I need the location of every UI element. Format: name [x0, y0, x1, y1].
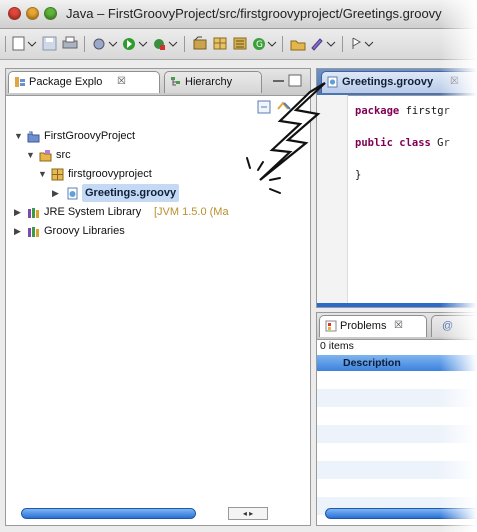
collapsed-arrow-icon[interactable]: ▶ — [14, 222, 24, 240]
tab-package-explorer[interactable]: Package Explo ☒ — [8, 71, 160, 93]
table-row — [317, 461, 477, 479]
horizontal-scrollbar-thumb[interactable] — [325, 508, 477, 519]
tree-item-project[interactable]: ▼ FirstGroovyProject — [14, 127, 274, 145]
expanded-arrow-icon[interactable]: ▼ — [14, 127, 24, 145]
tree-item-jre[interactable]: ▶ JRE System Library [JVM 1.5.0 (Ma — [14, 203, 304, 221]
groovy-file-icon — [327, 76, 338, 88]
problems-icon — [325, 320, 337, 332]
tree-item-package[interactable]: ▼ firstgroovyproject — [38, 165, 268, 183]
main-toolbar: G — [0, 29, 477, 60]
tab-greetings-groovy[interactable]: Greetings.groovy ☒ — [321, 71, 477, 93]
tree-item-groovy-libs[interactable]: ▶ Groovy Libraries — [14, 222, 274, 240]
package-explorer-tabbar: Package Explo ☒ Hierarchy — [6, 69, 310, 96]
editor-gutter — [317, 95, 348, 307]
tab-javadoc[interactable]: @ — [431, 315, 477, 337]
close-window-button[interactable] — [8, 7, 21, 20]
toolbar-separator — [184, 36, 185, 52]
new-package-icon[interactable] — [212, 36, 228, 51]
collapsed-arrow-icon[interactable]: ▶ — [14, 203, 24, 221]
search-icon[interactable] — [310, 36, 338, 51]
close-tab-icon[interactable]: ☒ — [117, 72, 126, 92]
title-bar: Java – FirstGroovyProject/src/firstgroov… — [0, 0, 477, 29]
library-icon — [28, 227, 39, 237]
window-title: Java – FirstGroovyProject/src/firstgroov… — [66, 6, 442, 21]
print-icon[interactable] — [62, 36, 78, 51]
hierarchy-icon — [171, 77, 180, 86]
tree-item-label: JRE System Library — [44, 206, 142, 218]
package-explorer-view: Package Explo ☒ Hierarchy ▼ FirstGroovyP… — [5, 68, 311, 526]
editor-tabbar: Greetings.groovy ☒ — [317, 69, 477, 96]
table-row — [317, 425, 477, 443]
editor-scrollbar[interactable] — [317, 303, 477, 307]
toolbar-separator — [5, 36, 6, 52]
close-tab-icon[interactable]: ☒ — [394, 316, 403, 336]
tree-item-greetings[interactable]: ▶ Greetings.groovy — [52, 184, 262, 202]
tree-item-decoration: [JVM 1.5.0 (Ma — [154, 206, 229, 218]
new-java-project-icon[interactable] — [192, 36, 208, 51]
items-count: 0 items — [320, 340, 354, 352]
eclipse-window: Java – FirstGroovyProject/src/firstgroov… — [0, 0, 477, 532]
problems-view: Problems ☒ @ 0 items Description — [316, 312, 477, 526]
link-with-editor-icon[interactable] — [277, 101, 291, 110]
view-toolbar — [257, 100, 291, 114]
source-folder-icon — [39, 150, 52, 162]
tree-item-label-selected: Greetings.groovy — [82, 184, 180, 202]
library-icon — [28, 208, 39, 218]
problems-tabbar: Problems ☒ @ — [317, 313, 477, 340]
description-column-header[interactable]: Description — [317, 355, 477, 371]
open-type-icon[interactable] — [290, 36, 306, 51]
debug-icon[interactable] — [92, 36, 120, 51]
groovy-file-icon — [67, 187, 78, 200]
editor-area: Greetings.groovy ☒ package firstgr publi… — [316, 68, 477, 308]
zoom-window-button[interactable] — [44, 7, 57, 20]
toolbar-separator — [342, 36, 343, 52]
external-tools-icon[interactable] — [152, 36, 180, 51]
new-groovy-icon[interactable]: G — [252, 36, 278, 51]
collapsed-arrow-icon[interactable]: ▶ — [52, 184, 62, 202]
tab-hierarchy[interactable]: Hierarchy — [164, 71, 262, 93]
tree-item-label: src — [56, 149, 71, 161]
tree-item-label: Groovy Libraries — [44, 225, 125, 237]
tab-javadoc-label: @ — [442, 320, 454, 332]
minimize-maximize-view-icon[interactable] — [272, 73, 304, 89]
toolbar-separator — [84, 36, 85, 52]
minimize-window-button[interactable] — [26, 7, 39, 20]
scroll-arrows[interactable]: ◂ ▸ — [228, 507, 268, 520]
tab-hierarchy-label: Hierarchy — [185, 76, 233, 88]
editor-tab-label: Greetings.groovy — [342, 76, 434, 88]
close-tab-icon[interactable]: ☒ — [450, 72, 459, 92]
run-icon[interactable] — [122, 36, 150, 51]
code-line[interactable]: } — [355, 169, 361, 181]
expanded-arrow-icon[interactable]: ▼ — [26, 146, 36, 164]
next-annotation-icon[interactable] — [350, 36, 376, 51]
code-line[interactable]: package firstgr — [355, 105, 450, 117]
code-line[interactable]: public class Gr — [355, 137, 450, 149]
tab-problems[interactable]: Problems ☒ — [319, 315, 427, 337]
horizontal-scrollbar-thumb[interactable] — [21, 508, 196, 519]
expanded-arrow-icon[interactable]: ▼ — [38, 165, 48, 183]
package-icon — [51, 168, 64, 181]
svg-text:G: G — [256, 40, 263, 50]
tree-item-label: firstgroovyproject — [68, 168, 152, 180]
save-icon[interactable] — [42, 36, 58, 51]
tree-item-src[interactable]: ▼ src — [26, 146, 266, 164]
tree-item-label: FirstGroovyProject — [44, 130, 136, 142]
table-row — [317, 389, 477, 407]
new-file-icon[interactable] — [12, 36, 40, 51]
collapse-all-icon[interactable] — [257, 100, 271, 114]
new-class-icon[interactable] — [232, 36, 248, 51]
tab-package-explorer-label: Package Explo — [29, 76, 103, 88]
java-project-icon — [27, 131, 40, 143]
tab-problems-label: Problems — [340, 320, 387, 332]
toolbar-separator — [282, 36, 283, 52]
package-explorer-icon — [15, 77, 25, 87]
